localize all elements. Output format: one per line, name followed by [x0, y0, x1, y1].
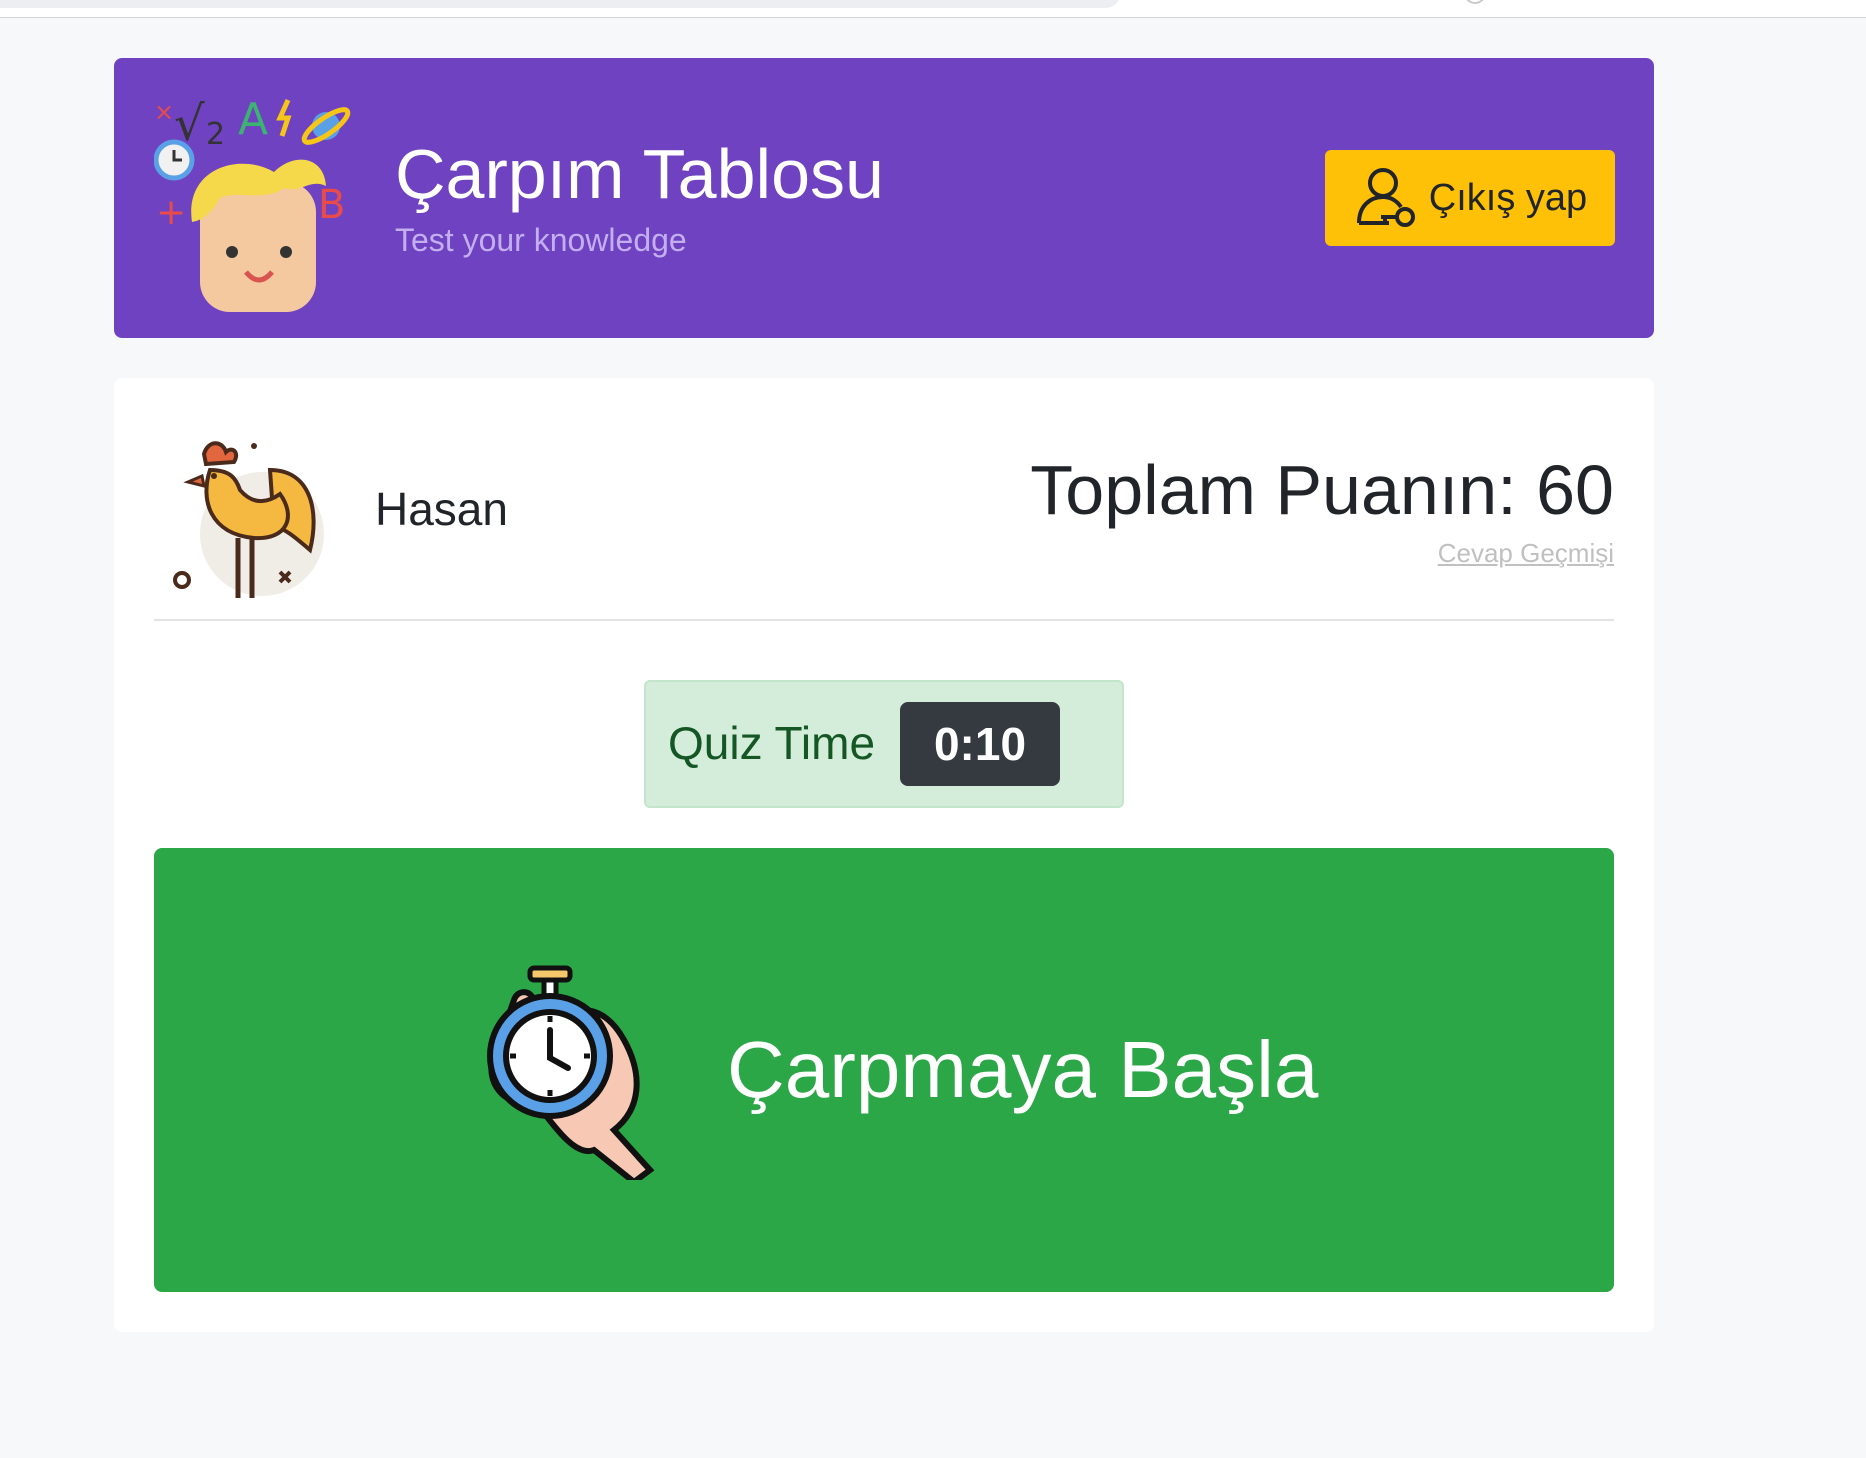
- start-quiz-button[interactable]: Çarpmaya Başla: [154, 848, 1614, 1292]
- rooster-avatar-icon: [173, 441, 324, 598]
- rooster-beak: [183, 473, 206, 489]
- rooster-comb: [201, 441, 239, 467]
- divider: [154, 619, 1614, 621]
- browser-top-bar: [0, 0, 1866, 18]
- start-quiz-label: Çarpmaya Başla: [727, 1025, 1319, 1114]
- browser-address-bar[interactable]: [0, 0, 1120, 8]
- logout-label: Çıkış yap: [1428, 176, 1588, 219]
- total-score: Toplam Puanın: 60: [1030, 451, 1614, 529]
- app-subtitle: Test your knowledge: [395, 222, 687, 258]
- logo-b-glyph: B: [318, 182, 345, 228]
- rooster-eye: [211, 473, 217, 479]
- user-key-icon: [1356, 168, 1415, 227]
- logo-eye-right: [280, 246, 292, 258]
- quiz-timer-badge: 0:10: [900, 702, 1060, 786]
- kid-math-logo-icon: × √ 2 A + B: [154, 94, 351, 312]
- browser-profile-icon[interactable]: [1464, 0, 1486, 4]
- quiz-time-label: Quiz Time: [668, 717, 876, 769]
- stopwatch-hand-icon: [487, 965, 655, 1180]
- app-title: Çarpım Tablosu: [395, 135, 884, 213]
- user-name: Hasan: [375, 483, 508, 535]
- logo-a-glyph: A: [238, 94, 268, 145]
- logo-plus-glyph: +: [156, 192, 186, 233]
- logo-times-glyph: ×: [154, 98, 174, 126]
- avatar-small-dot: [251, 443, 257, 449]
- logo-bolt-mark: [276, 98, 292, 137]
- answer-history-link[interactable]: Cevap Geçmişi: [1438, 538, 1614, 569]
- logo-eye-left: [226, 246, 238, 258]
- quiz-time-box: Quiz Time 0:10: [644, 680, 1124, 808]
- logout-button[interactable]: Çıkış yap: [1325, 150, 1615, 246]
- main-card: Hasan Toplam Puanın: 60 Cevap Geçmişi Qu…: [114, 378, 1654, 1332]
- app-header: × √ 2 A + B Çarpım Tablosu Test your kno…: [114, 58, 1654, 338]
- avatar-dot-mark: [173, 571, 191, 589]
- logo-two-glyph: 2: [206, 117, 225, 152]
